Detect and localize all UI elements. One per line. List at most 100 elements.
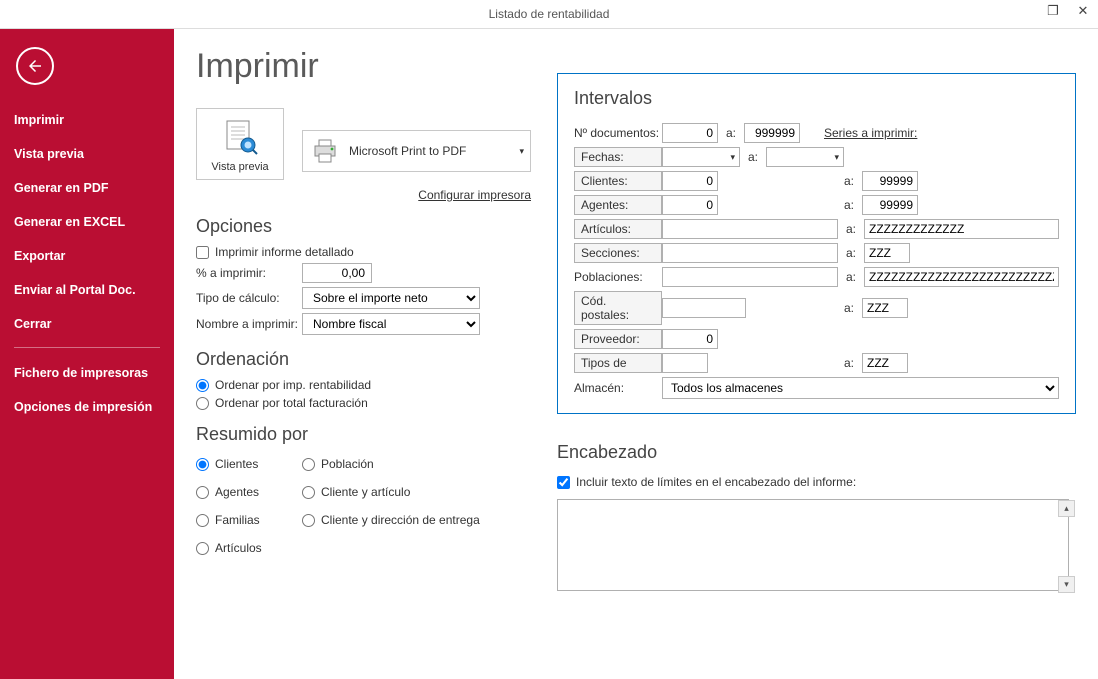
agentes-to-input[interactable] (862, 195, 918, 215)
intervals-panel: Intervalos Nº documentos: a: Series a im… (557, 73, 1076, 414)
summary-cliente-articulo-radio[interactable] (302, 486, 315, 499)
a-label: a: (842, 356, 856, 370)
summary-poblacion-label: Población (321, 457, 374, 471)
encabezado-heading: Encabezado (557, 442, 1076, 463)
order-facturacion-radio[interactable] (196, 397, 209, 410)
percent-label: % a imprimir: (196, 266, 302, 280)
printer-selector[interactable]: Microsoft Print to PDF ▾ (302, 130, 531, 172)
tipos-button[interactable]: Tipos de (574, 353, 662, 373)
fechas-button[interactable]: Fechas: (574, 147, 662, 167)
intervals-heading: Intervalos (574, 88, 1059, 109)
summary-cliente-direccion-radio[interactable] (302, 514, 315, 527)
proveedor-input[interactable] (662, 329, 718, 349)
summary-articulos-radio[interactable] (196, 542, 209, 555)
secciones-from-input[interactable] (662, 243, 838, 263)
clientes-button[interactable]: Clientes: (574, 171, 662, 191)
proveedor-button[interactable]: Proveedor: (574, 329, 662, 349)
a-label: a: (842, 198, 856, 212)
poblaciones-to-input[interactable] (864, 267, 1059, 287)
almacen-label: Almacén: (574, 381, 662, 395)
summary-articulos-label: Artículos (215, 541, 262, 555)
summary-familias-label: Familias (215, 513, 260, 527)
fechas-from-dropdown[interactable]: ▾ (662, 147, 740, 167)
close-button[interactable]: ✕ (1068, 0, 1098, 22)
preview-button[interactable]: Vista previa (196, 108, 284, 180)
secciones-button[interactable]: Secciones: (574, 243, 662, 263)
calc-label: Tipo de cálculo: (196, 291, 302, 305)
summary-clientes-label: Clientes (215, 457, 258, 471)
almacen-select[interactable]: Todos los almacenes (662, 377, 1059, 399)
a-label: a: (724, 126, 738, 140)
clientes-to-input[interactable] (862, 171, 918, 191)
include-limits-label: Incluir texto de límites en el encabezad… (576, 475, 856, 489)
percent-input[interactable] (302, 263, 372, 283)
maximize-button[interactable]: ❐ (1038, 0, 1068, 22)
calc-select[interactable]: Sobre el importe neto (302, 287, 480, 309)
sidebar-item-cerrar[interactable]: Cerrar (0, 307, 174, 341)
printer-icon (311, 138, 339, 164)
summary-clientes-radio[interactable] (196, 458, 209, 471)
poblaciones-label: Poblaciones: (574, 270, 662, 284)
sidebar: Imprimir Vista previa Generar en PDF Gen… (0, 29, 174, 679)
tipos-from-input[interactable] (662, 353, 708, 373)
doc-to-input[interactable] (744, 123, 800, 143)
sidebar-item-imprimir[interactable]: Imprimir (0, 103, 174, 137)
summary-poblacion-radio[interactable] (302, 458, 315, 471)
options-heading: Opciones (196, 216, 531, 237)
sidebar-item-vista-previa[interactable]: Vista previa (0, 137, 174, 171)
include-limits-checkbox[interactable] (557, 476, 570, 489)
detailed-report-label: Imprimir informe detallado (215, 245, 354, 259)
agentes-from-input[interactable] (662, 195, 718, 215)
articulos-to-input[interactable] (864, 219, 1059, 239)
articulos-button[interactable]: Artículos: (574, 219, 662, 239)
a-label: a: (746, 150, 760, 164)
sidebar-item-generar-excel[interactable]: Generar en EXCEL (0, 205, 174, 239)
header-textarea[interactable] (557, 499, 1069, 591)
summary-cliente-articulo-label: Cliente y artículo (321, 485, 410, 499)
tipos-to-input[interactable] (862, 353, 908, 373)
codpostales-from-input[interactable] (662, 298, 746, 318)
summary-cliente-direccion-label: Cliente y dirección de entrega (321, 513, 480, 527)
fechas-to-dropdown[interactable]: ▾ (766, 147, 844, 167)
scroll-up-button[interactable]: ▴ (1058, 500, 1075, 517)
name-select[interactable]: Nombre fiscal (302, 313, 480, 335)
sidebar-item-enviar-portal[interactable]: Enviar al Portal Doc. (0, 273, 174, 307)
a-label: a: (844, 246, 858, 260)
doc-label: Nº documentos: (574, 126, 662, 140)
scroll-down-button[interactable]: ▾ (1058, 576, 1075, 593)
a-label: a: (842, 301, 856, 315)
poblaciones-from-input[interactable] (662, 267, 838, 287)
window-title: Listado de rentabilidad (489, 7, 610, 21)
sidebar-item-opciones-impresion[interactable]: Opciones de impresión (0, 390, 174, 424)
a-label: a: (844, 222, 858, 236)
agentes-button[interactable]: Agentes: (574, 195, 662, 215)
order-facturacion-label: Ordenar por total facturación (215, 396, 368, 410)
summary-familias-radio[interactable] (196, 514, 209, 527)
articulos-from-input[interactable] (662, 219, 838, 239)
doc-from-input[interactable] (662, 123, 718, 143)
name-label: Nombre a imprimir: (196, 317, 302, 331)
summary-agentes-radio[interactable] (196, 486, 209, 499)
chevron-down-icon: ▾ (519, 146, 524, 157)
sidebar-separator (14, 347, 160, 348)
page-title: Imprimir (196, 47, 531, 86)
summary-heading: Resumido por (196, 424, 531, 445)
series-link[interactable]: Series a imprimir: (824, 126, 917, 140)
secciones-to-input[interactable] (864, 243, 910, 263)
sidebar-item-exportar[interactable]: Exportar (0, 239, 174, 273)
order-rentabilidad-radio[interactable] (196, 379, 209, 392)
ordering-heading: Ordenación (196, 349, 531, 370)
preview-label: Vista previa (211, 161, 268, 173)
clientes-from-input[interactable] (662, 171, 718, 191)
printer-name: Microsoft Print to PDF (349, 144, 466, 158)
configure-printer-link[interactable]: Configurar impresora (196, 188, 531, 202)
order-rentabilidad-label: Ordenar por imp. rentabilidad (215, 378, 371, 392)
a-label: a: (844, 270, 858, 284)
detailed-report-checkbox[interactable] (196, 246, 209, 259)
summary-agentes-label: Agentes (215, 485, 259, 499)
sidebar-item-generar-pdf[interactable]: Generar en PDF (0, 171, 174, 205)
codpostales-to-input[interactable] (862, 298, 908, 318)
back-button[interactable] (16, 47, 54, 85)
sidebar-item-fichero-impresoras[interactable]: Fichero de impresoras (0, 356, 174, 390)
codpostales-button[interactable]: Cód. postales: (574, 291, 662, 325)
